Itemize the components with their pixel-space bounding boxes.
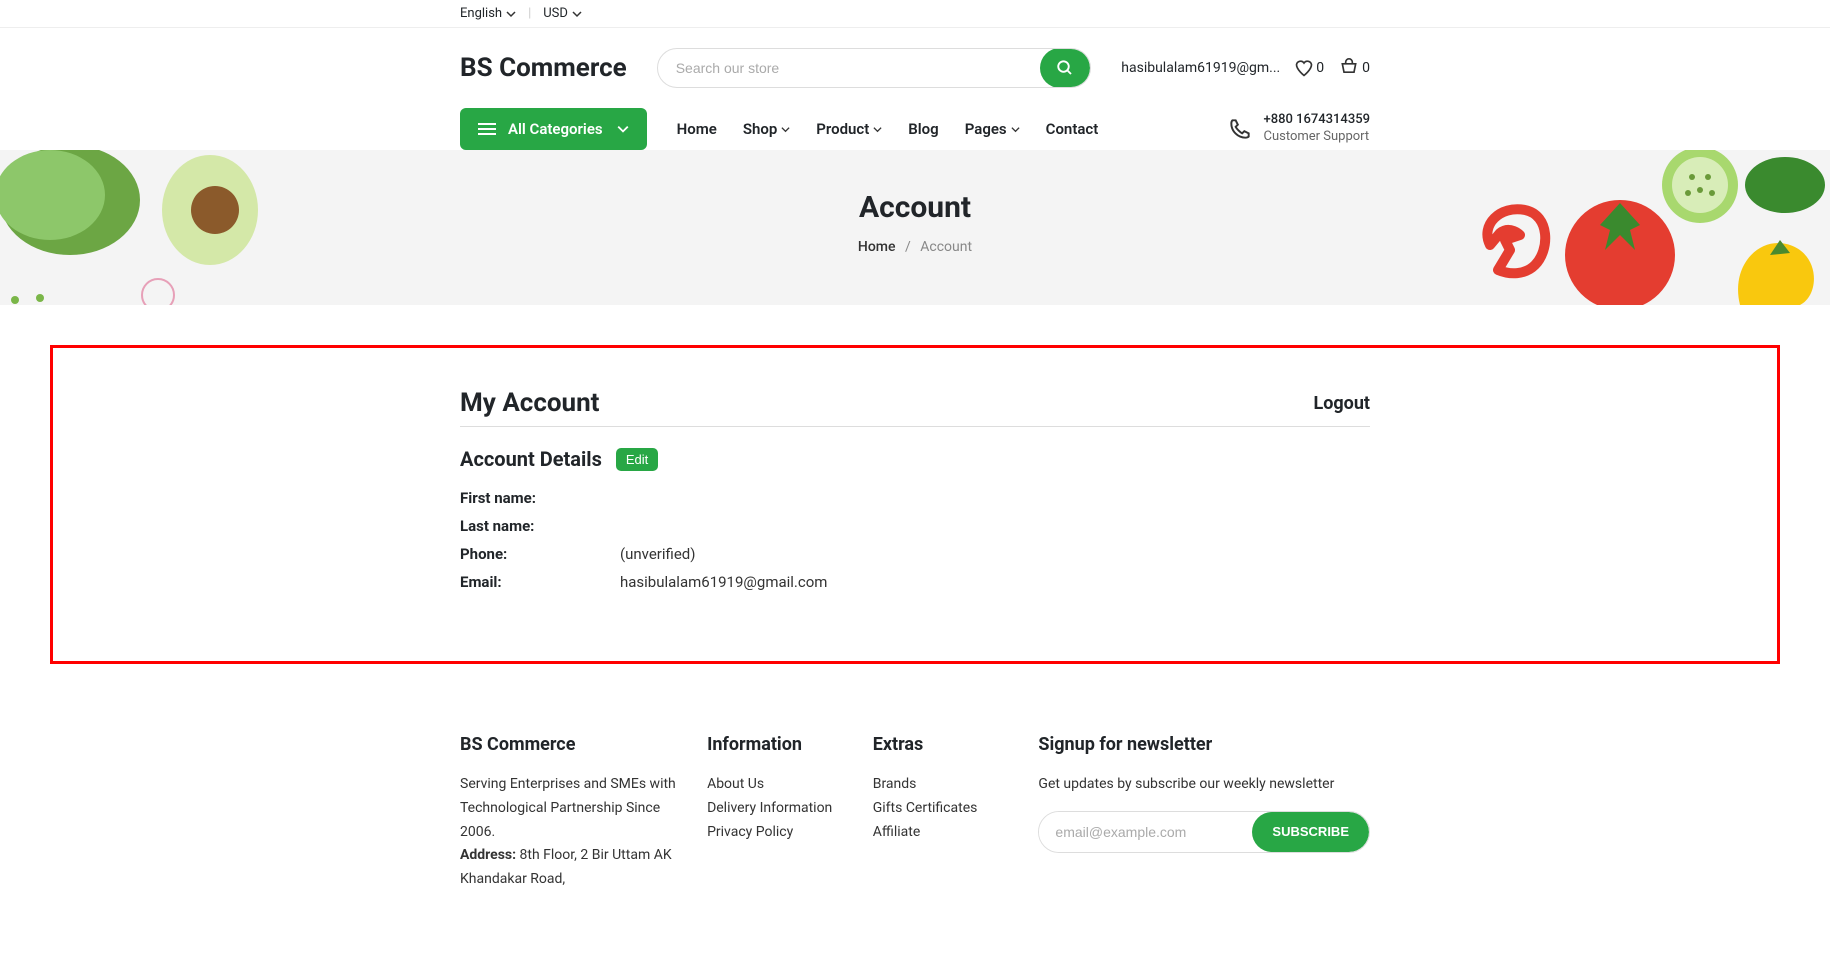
cart-count: 0: [1362, 60, 1370, 76]
detail-label: First name:: [460, 489, 620, 507]
footer-link-brands[interactable]: Brands: [873, 776, 917, 792]
cart-link[interactable]: 0: [1338, 58, 1370, 78]
logout-button[interactable]: Logout: [1313, 393, 1370, 414]
detail-row-phone: Phone: (unverified): [460, 545, 1370, 563]
footer-col-extras: Extras Brands Gifts Certificates Affilia…: [873, 734, 1009, 892]
nav-label: Shop: [743, 120, 777, 138]
nav-label: Home: [677, 120, 717, 138]
support-phone: +880 1674314359: [1263, 112, 1370, 129]
chevron-down-icon: [617, 123, 629, 135]
breadcrumb-separator: /: [905, 239, 911, 255]
nav-label: Blog: [908, 120, 938, 138]
footer-link-gifts[interactable]: Gifts Certificates: [873, 800, 978, 816]
chevron-down-icon: [572, 9, 582, 19]
detail-value: (unverified): [620, 545, 696, 563]
footer-tagline: Serving Enterprises and SMEs with Techno…: [460, 773, 677, 844]
nav-contact[interactable]: Contact: [1046, 120, 1099, 138]
phone-icon: [1227, 116, 1253, 142]
footer-col-brand: BS Commerce Serving Enterprises and SMEs…: [460, 734, 677, 892]
footer: BS Commerce Serving Enterprises and SMEs…: [0, 694, 1830, 932]
nav-label: Pages: [965, 120, 1007, 138]
edit-button[interactable]: Edit: [616, 448, 658, 471]
footer-link-about[interactable]: About Us: [707, 776, 764, 792]
detail-label: Email:: [460, 573, 620, 591]
detail-row-first-name: First name:: [460, 489, 1370, 507]
header: BS Commerce hasibulalam61919@gm... 0: [0, 28, 1830, 108]
breadcrumb-current: Account: [920, 239, 972, 255]
nav-product[interactable]: Product: [816, 120, 882, 138]
wishlist-link[interactable]: 0: [1294, 58, 1324, 78]
newsletter-form: SUBSCRIBE: [1038, 811, 1370, 853]
footer-col-information: Information About Us Delivery Informatio…: [707, 734, 843, 892]
vegetables-decor-left-icon: [0, 150, 280, 305]
language-selector[interactable]: English: [460, 6, 516, 21]
footer-address-label: Address:: [460, 847, 516, 863]
detail-row-email: Email: hasibulalam61919@gmail.com: [460, 573, 1370, 591]
customer-support[interactable]: +880 1674314359 Customer Support: [1227, 112, 1370, 146]
user-email[interactable]: hasibulalam61919@gm...: [1121, 60, 1280, 76]
nav-label: Product: [816, 120, 869, 138]
support-label: Customer Support: [1263, 129, 1370, 146]
nav-label: Contact: [1046, 120, 1099, 138]
subscribe-button[interactable]: SUBSCRIBE: [1252, 812, 1369, 852]
page-banner: Account Home / Account: [0, 150, 1830, 305]
heart-icon: [1294, 58, 1314, 78]
detail-label: Phone:: [460, 545, 620, 563]
search-bar: [657, 48, 1092, 88]
logo[interactable]: BS Commerce: [460, 53, 627, 83]
nav-shop[interactable]: Shop: [743, 120, 790, 138]
search-input[interactable]: [658, 60, 1041, 76]
nav-blog[interactable]: Blog: [908, 120, 938, 138]
detail-value: hasibulalam61919@gmail.com: [620, 573, 827, 591]
chevron-down-icon: [1011, 125, 1020, 134]
chevron-down-icon: [873, 125, 882, 134]
vegetables-decor-right-icon: [1450, 150, 1830, 305]
all-categories-label: All Categories: [508, 120, 603, 138]
footer-link-privacy[interactable]: Privacy Policy: [707, 824, 793, 840]
navbar: All Categories Home Shop Product Blog Pa…: [445, 108, 1385, 150]
currency-selector[interactable]: USD: [543, 6, 582, 21]
search-icon: [1056, 59, 1074, 77]
account-details-heading: Account Details: [460, 447, 602, 471]
footer-newsletter-heading: Signup for newsletter: [1038, 734, 1370, 755]
my-account-heading: My Account: [460, 388, 599, 418]
wishlist-count: 0: [1316, 60, 1324, 76]
all-categories-button[interactable]: All Categories: [460, 108, 647, 150]
newsletter-email-input[interactable]: [1039, 812, 1252, 852]
footer-link-affiliate[interactable]: Affiliate: [873, 824, 921, 840]
currency-label: USD: [543, 6, 568, 21]
nav-home[interactable]: Home: [677, 120, 717, 138]
cart-icon: [1338, 58, 1360, 78]
detail-row-last-name: Last name:: [460, 517, 1370, 535]
footer-brand: BS Commerce: [460, 734, 677, 755]
menu-icon: [478, 122, 496, 136]
footer-info-heading: Information: [707, 734, 843, 755]
footer-extras-heading: Extras: [873, 734, 1009, 755]
topbar: English | USD: [0, 0, 1830, 28]
account-section-highlighted: My Account Logout Account Details Edit F…: [50, 345, 1780, 664]
footer-col-newsletter: Signup for newsletter Get updates by sub…: [1038, 734, 1370, 892]
chevron-down-icon: [781, 125, 790, 134]
nav-pages[interactable]: Pages: [965, 120, 1020, 138]
breadcrumb-home[interactable]: Home: [858, 239, 896, 255]
chevron-down-icon: [506, 9, 516, 19]
divider: |: [528, 6, 531, 21]
search-button[interactable]: [1040, 48, 1090, 88]
detail-label: Last name:: [460, 517, 620, 535]
footer-link-delivery[interactable]: Delivery Information: [707, 800, 832, 816]
language-label: English: [460, 6, 502, 21]
footer-newsletter-text: Get updates by subscribe our weekly news…: [1038, 773, 1370, 797]
